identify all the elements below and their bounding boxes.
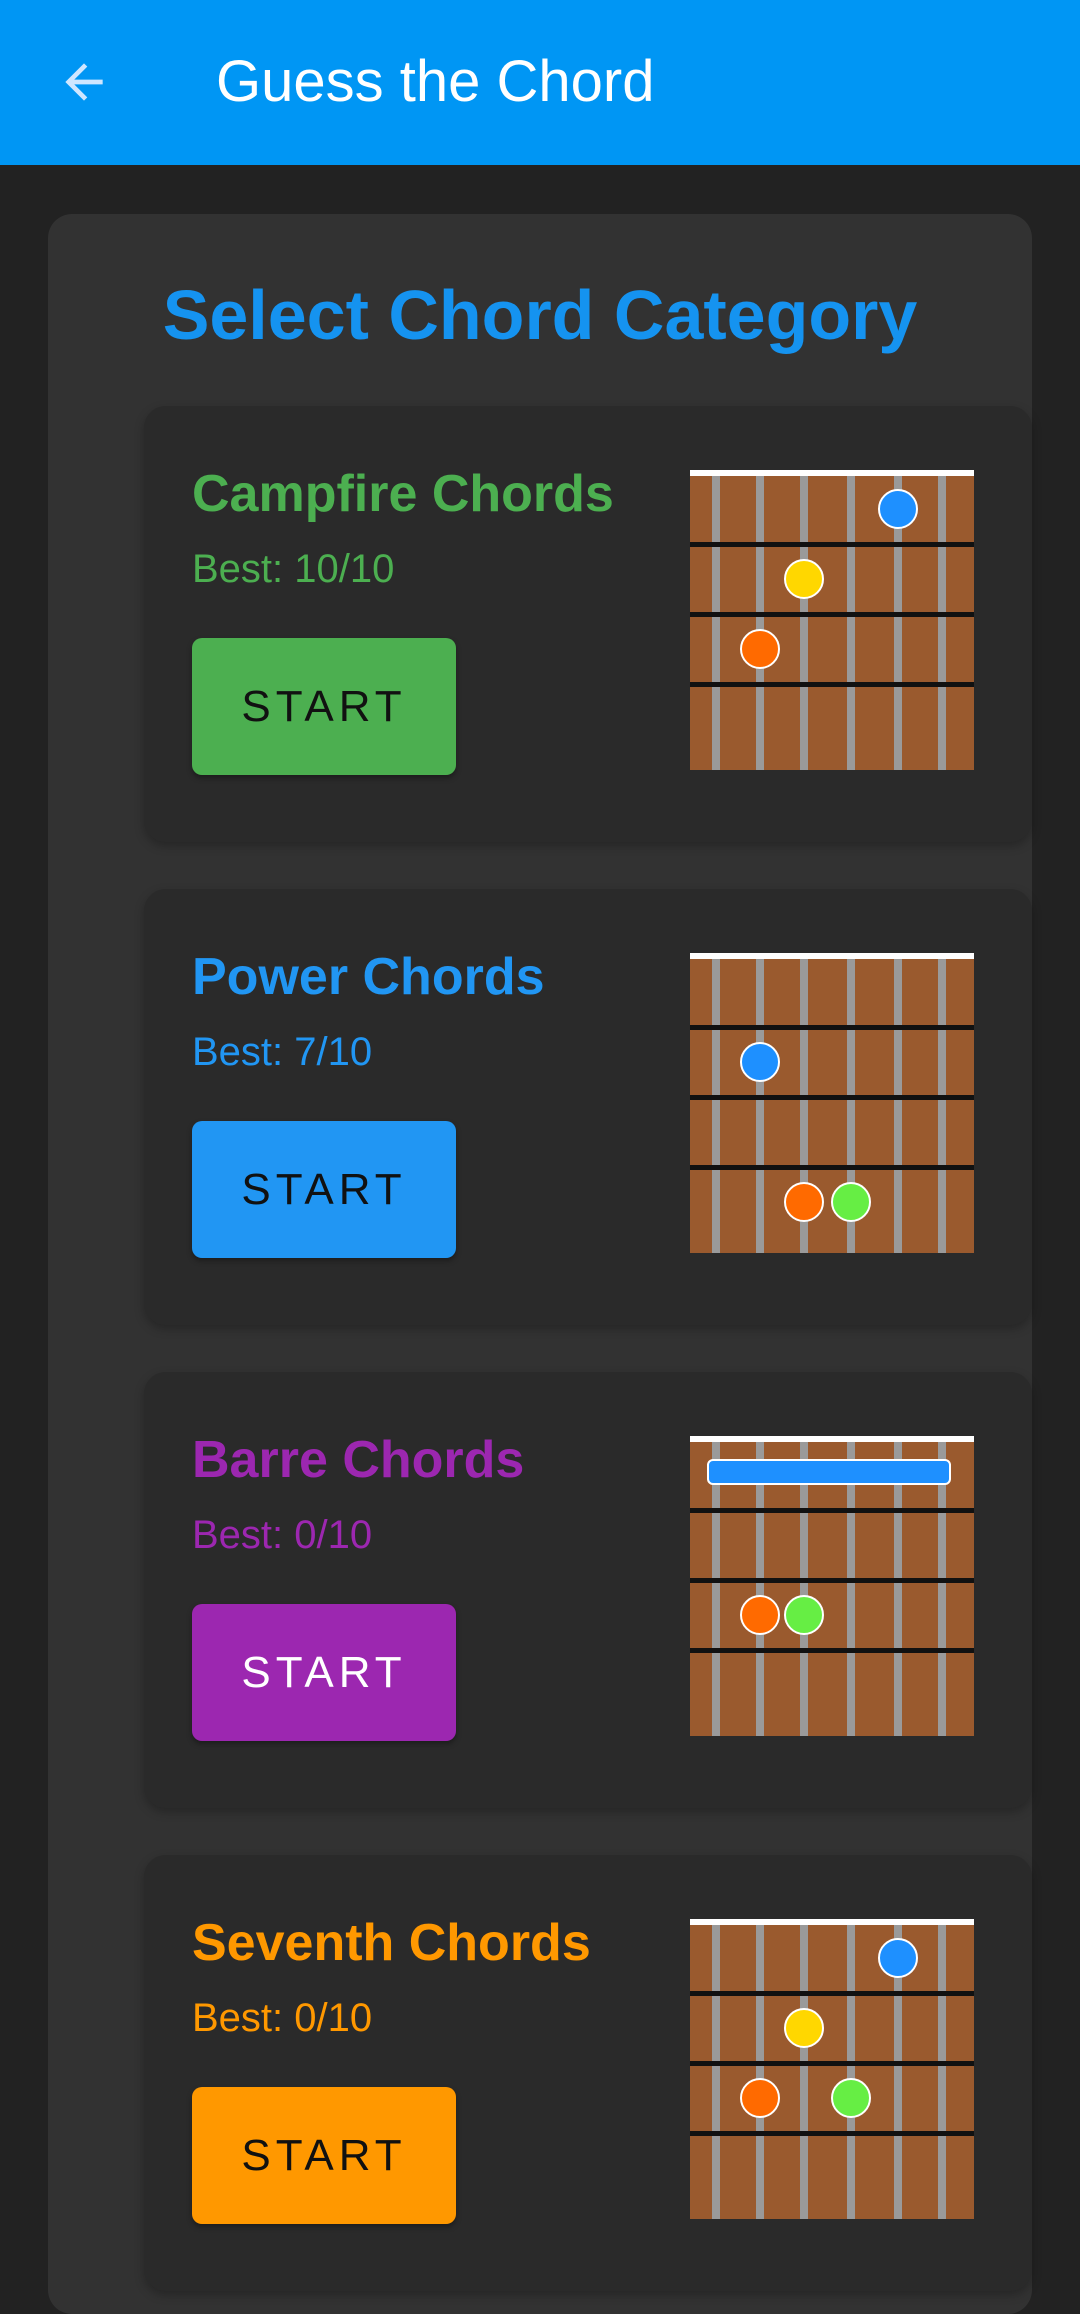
- guitar-string: [938, 957, 946, 1253]
- finger-dot: [740, 1595, 780, 1635]
- nut: [690, 1919, 974, 1925]
- best-score: Best: 7/10: [192, 1030, 373, 1074]
- fret-line: [690, 1578, 974, 1583]
- chord-diagram: [690, 1919, 974, 2219]
- fret-line: [690, 1648, 974, 1653]
- chord-diagram: [690, 470, 974, 770]
- finger-dot: [784, 2008, 824, 2048]
- finger-dot: [831, 1182, 871, 1222]
- finger-dot: [784, 559, 824, 599]
- finger-dot: [740, 1042, 780, 1082]
- fretboard: [690, 957, 974, 1253]
- back-button[interactable]: [48, 50, 120, 114]
- finger-dot: [831, 2078, 871, 2118]
- guitar-string: [756, 474, 764, 770]
- fret-line: [690, 1095, 974, 1100]
- guitar-string: [756, 957, 764, 1253]
- category-panel: Select Chord Category Campfire Chords Be…: [48, 214, 1032, 2314]
- guitar-string: [800, 474, 808, 770]
- fret-line: [690, 2131, 974, 2136]
- guitar-string: [847, 1923, 855, 2219]
- finger-dot: [784, 1595, 824, 1635]
- start-button-campfire[interactable]: START: [192, 638, 456, 775]
- finger-dot: [740, 2078, 780, 2118]
- start-button-power[interactable]: START: [192, 1121, 456, 1258]
- finger-dot: [878, 1938, 918, 1978]
- best-score: Best: 0/10: [192, 1996, 373, 2040]
- category-title: Campfire Chords: [192, 465, 614, 523]
- guitar-string: [712, 1923, 720, 2219]
- finger-dot: [740, 629, 780, 669]
- fret-line: [690, 1991, 974, 1996]
- chord-diagram: [690, 1436, 974, 1736]
- category-card-barre: Barre Chords Best: 0/10 START: [144, 1372, 1032, 1808]
- category-title: Power Chords: [192, 948, 545, 1006]
- finger-dot: [878, 489, 918, 529]
- category-card-seventh: Seventh Chords Best: 0/10 START: [144, 1855, 1032, 2291]
- guitar-string: [800, 1923, 808, 2219]
- chord-diagram: [690, 953, 974, 1253]
- best-score: Best: 0/10: [192, 1513, 373, 1557]
- app-title: Guess the Chord: [216, 49, 655, 114]
- start-button-barre[interactable]: START: [192, 1604, 456, 1741]
- fret-line: [690, 1025, 974, 1030]
- guitar-string: [712, 474, 720, 770]
- category-card-power: Power Chords Best: 7/10 START: [144, 889, 1032, 1325]
- finger-dot: [784, 1182, 824, 1222]
- nut: [690, 953, 974, 959]
- guitar-string: [938, 1923, 946, 2219]
- arrow-left-icon: [65, 63, 103, 101]
- guitar-string: [712, 957, 720, 1253]
- guitar-string: [938, 474, 946, 770]
- fretboard: [690, 1923, 974, 2219]
- barre-bar: [707, 1459, 951, 1485]
- guitar-string: [756, 1923, 764, 2219]
- start-button-seventh[interactable]: START: [192, 2087, 456, 2224]
- fret-line: [690, 682, 974, 687]
- app-bar: Guess the Chord: [0, 0, 1080, 165]
- fret-line: [690, 612, 974, 617]
- fret-line: [690, 2061, 974, 2066]
- fret-line: [690, 542, 974, 547]
- guitar-string: [894, 957, 902, 1253]
- fret-line: [690, 1508, 974, 1513]
- best-score: Best: 10/10: [192, 547, 395, 591]
- category-title: Seventh Chords: [192, 1914, 591, 1972]
- page-heading: Select Chord Category: [162, 276, 918, 354]
- fretboard: [690, 474, 974, 770]
- fret-line: [690, 1165, 974, 1170]
- category-card-campfire: Campfire Chords Best: 10/10 START: [144, 406, 1032, 842]
- guitar-string: [847, 474, 855, 770]
- nut: [690, 1436, 974, 1442]
- category-title: Barre Chords: [192, 1431, 525, 1489]
- nut: [690, 470, 974, 476]
